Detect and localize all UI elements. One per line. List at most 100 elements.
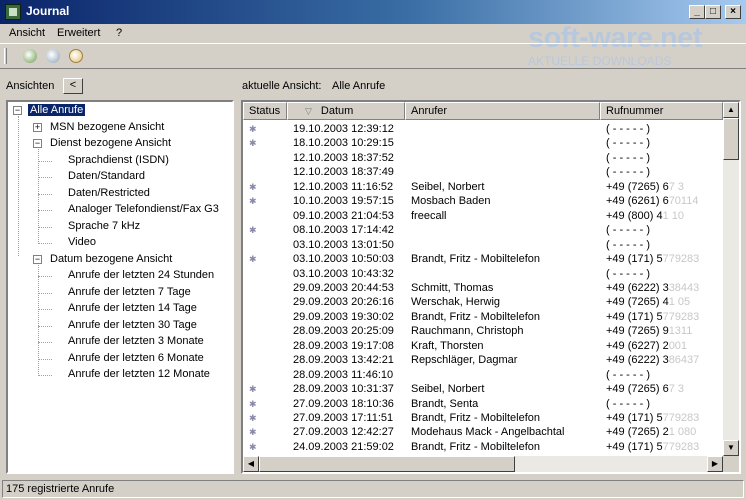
tree-item[interactable]: − Datum bezogene Ansicht xyxy=(8,252,232,268)
number-cell: +49 (800) 41 10 xyxy=(606,209,684,223)
tree-item[interactable]: − Dienst bezogene Ansicht xyxy=(8,136,232,152)
column-number[interactable]: Rufnummer xyxy=(600,102,723,120)
calls-table: Status ▽ Datum Anrufer Rufnummer ✱ 19.10.2… xyxy=(241,100,741,474)
vertical-scroll-thumb[interactable] xyxy=(723,118,739,160)
number-masked: 1 05 xyxy=(668,296,691,309)
table-row[interactable]: ✱ 19.10.2003 12:39:12 ( - - - - - ) xyxy=(243,122,723,137)
table-row[interactable]: 28.09.2003 19:17:08 Kraft, Thorsten +49 (6… xyxy=(243,339,723,354)
table-row[interactable]: ✱ 27.09.2003 18:10:36 Brandt, Senta ( - - -… xyxy=(243,397,723,412)
number-cell: ( - - - - - ) xyxy=(606,397,650,411)
table-row[interactable]: 03.10.2003 13:01:50 ( - - - - - ) xyxy=(243,238,723,253)
status-icon: ✱ xyxy=(249,413,257,423)
scroll-left-button[interactable]: ◀ xyxy=(243,456,259,472)
views-header: Ansichten < xyxy=(6,78,236,98)
table-row[interactable]: 29.09.2003 20:26:16 Werschak, Herwig +49 (… xyxy=(243,295,723,310)
caller-cell: Brandt, Fritz - Mobiltelefon xyxy=(411,412,540,424)
table-row[interactable]: 29.09.2003 19:30:02 Brandt, Fritz - Mobil… xyxy=(243,310,723,325)
table-row[interactable]: 12.10.2003 18:37:49 ( - - - - - ) xyxy=(243,165,723,180)
maximize-button[interactable]: □ xyxy=(705,5,721,19)
delete-button[interactable] xyxy=(43,47,63,67)
number-masked: 70114 xyxy=(668,195,699,208)
tree-item-label: Daten/Standard xyxy=(68,170,146,182)
tree-connector xyxy=(38,160,52,162)
tree-item[interactable]: Daten/Standard xyxy=(8,169,232,185)
date-cell: 29.09.2003 20:44:53 xyxy=(293,281,394,294)
table-row[interactable]: 28.09.2003 13:42:21 Repschläger, Dagmar +4… xyxy=(243,353,723,368)
date-cell: 10.10.2003 19:57:15 xyxy=(293,195,394,208)
date-cell: 29.09.2003 19:30:02 xyxy=(293,310,394,323)
collapse-icon[interactable]: − xyxy=(33,254,42,264)
tree-connector xyxy=(38,358,52,360)
tree-item[interactable]: Sprachdienst (ISDN) xyxy=(8,153,232,169)
tree-item[interactable]: Anrufe der letzten 30 Tage xyxy=(8,318,232,334)
table-row[interactable]: ✱ 27.09.2003 12:42:27 Modehaus Mack - Ange… xyxy=(243,425,723,440)
table-row[interactable]: 28.09.2003 20:25:09 Rauchmann, Christoph +… xyxy=(243,324,723,339)
tree-item-label: Anrufe der letzten 30 Tage xyxy=(68,318,197,331)
tree-item[interactable]: Video xyxy=(8,235,232,251)
number-text: ( - - - - - ) xyxy=(606,224,650,237)
number-cell: ( - - - - - ) xyxy=(606,368,650,382)
tree-item[interactable]: − Alle Anrufe xyxy=(8,103,232,119)
tree-item-label: MSN bezogene Ansicht xyxy=(50,120,165,133)
table-row[interactable]: ✱ 03.10.2003 10:50:03 Brandt, Fritz - Mobi… xyxy=(243,252,723,267)
caller-cell: Brandt, Fritz - Mobiltelefon xyxy=(411,440,540,453)
table-row[interactable]: ✱ 27.09.2003 17:11:51 Brandt, Fritz - Mobi… xyxy=(243,411,723,426)
scroll-up-button[interactable]: ▲ xyxy=(723,102,739,118)
table-row[interactable]: 09.10.2003 21:04:53 freecall +49 (800) 41 … xyxy=(243,209,723,224)
tree-item[interactable]: Analoger Telefondienst/Fax G3 xyxy=(8,202,232,218)
views-label: Ansichten xyxy=(6,80,55,92)
tree-item[interactable]: Anrufe der letzten 24 Stunden xyxy=(8,268,232,284)
status-icon: ✱ xyxy=(249,427,257,438)
table-row[interactable]: 28.09.2003 11:46:10 ( - - - - - ) xyxy=(243,368,723,383)
table-row[interactable]: ✱ 18.10.2003 10:29:15 ( - - - - - ) xyxy=(243,136,723,151)
table-row[interactable]: 12.10.2003 18:37:52 ( - - - - - ) xyxy=(243,151,723,166)
minimize-button[interactable]: _ xyxy=(689,5,705,19)
date-cell: 28.09.2003 20:25:09 xyxy=(293,325,394,338)
close-button[interactable]: × xyxy=(725,5,741,19)
collapse-icon[interactable]: − xyxy=(33,139,42,148)
expand-icon[interactable]: + xyxy=(33,122,42,132)
tree-item[interactable]: Anrufe der letzten 14 Tage xyxy=(8,301,232,317)
table-row[interactable]: ✱ 12.10.2003 11:16:52 Seibel, Norbert +49 (… xyxy=(243,180,723,195)
status-icon: ✱ xyxy=(249,254,257,265)
column-caller[interactable]: Anrufer xyxy=(405,102,600,120)
tree-item[interactable]: Anrufe der letzten 12 Monate xyxy=(8,367,232,383)
search-icon xyxy=(69,49,83,63)
date-cell: 27.09.2003 18:10:36 xyxy=(293,397,394,410)
menu-ansicht[interactable]: Ansicht xyxy=(9,27,45,39)
number-cell: +49 (171) 5779283 xyxy=(606,440,699,454)
tree-connector xyxy=(38,325,52,327)
tree-item[interactable]: Anrufe der letzten 3 Monate xyxy=(8,334,232,350)
scroll-right-button[interactable]: ▶ xyxy=(707,456,723,472)
tree-item[interactable]: Anrufe der letzten 7 Tage xyxy=(8,285,232,301)
number-text: +49 (171) 5 xyxy=(606,412,663,424)
menu-help[interactable]: ? xyxy=(116,27,122,39)
tree-item[interactable]: Daten/Restricted xyxy=(8,186,232,202)
tree-item[interactable]: Sprache 7 kHz xyxy=(8,219,232,235)
vertical-scrollbar[interactable]: ▲ ▼ xyxy=(723,102,739,456)
table-row[interactable]: ✱ 28.09.2003 10:31:37 Seibel, Norbert +49 (… xyxy=(243,382,723,397)
number-text: +49 (171) 5 xyxy=(606,440,663,453)
table-row[interactable]: ✱ 24.09.2003 21:59:02 Brandt, Fritz - Mobi… xyxy=(243,440,723,455)
column-date[interactable]: ▽ Datum xyxy=(287,102,405,120)
collapse-panel-button[interactable]: < xyxy=(63,78,83,94)
menu-erweitert[interactable]: Erweitert xyxy=(57,27,100,39)
column-status[interactable]: Status xyxy=(243,102,287,120)
table-row[interactable]: 03.10.2003 10:43:32 ( - - - - - ) xyxy=(243,267,723,282)
tree-item[interactable]: + MSN bezogene Ansicht xyxy=(8,120,232,136)
date-cell: 12.10.2003 11:16:52 xyxy=(293,180,394,193)
search-button[interactable] xyxy=(66,47,86,67)
views-tree[interactable]: − Alle Anrufe + MSN bezogene Ansicht − Dienst… xyxy=(6,100,234,474)
collapse-icon[interactable]: − xyxy=(13,106,22,115)
horizontal-scrollbar[interactable]: ◀ ▶ xyxy=(243,456,723,472)
table-row[interactable]: ✱ 10.10.2003 19:57:15 Mosbach Baden +49 (62… xyxy=(243,194,723,209)
refresh-button[interactable] xyxy=(20,47,40,67)
table-row[interactable]: 29.09.2003 20:44:53 Schmitt, Thomas +49 (6… xyxy=(243,281,723,296)
caller-cell: Rauchmann, Christoph xyxy=(411,325,524,338)
tree-connector xyxy=(38,342,52,343)
horizontal-scroll-thumb[interactable] xyxy=(259,456,515,472)
number-text: ( - - - - - ) xyxy=(606,267,650,280)
tree-item[interactable]: Anrufe der letzten 6 Monate xyxy=(8,351,232,367)
table-row[interactable]: ✱ 08.10.2003 17:14:42 ( - - - - - ) xyxy=(243,223,723,238)
scroll-down-button[interactable]: ▼ xyxy=(723,440,739,456)
